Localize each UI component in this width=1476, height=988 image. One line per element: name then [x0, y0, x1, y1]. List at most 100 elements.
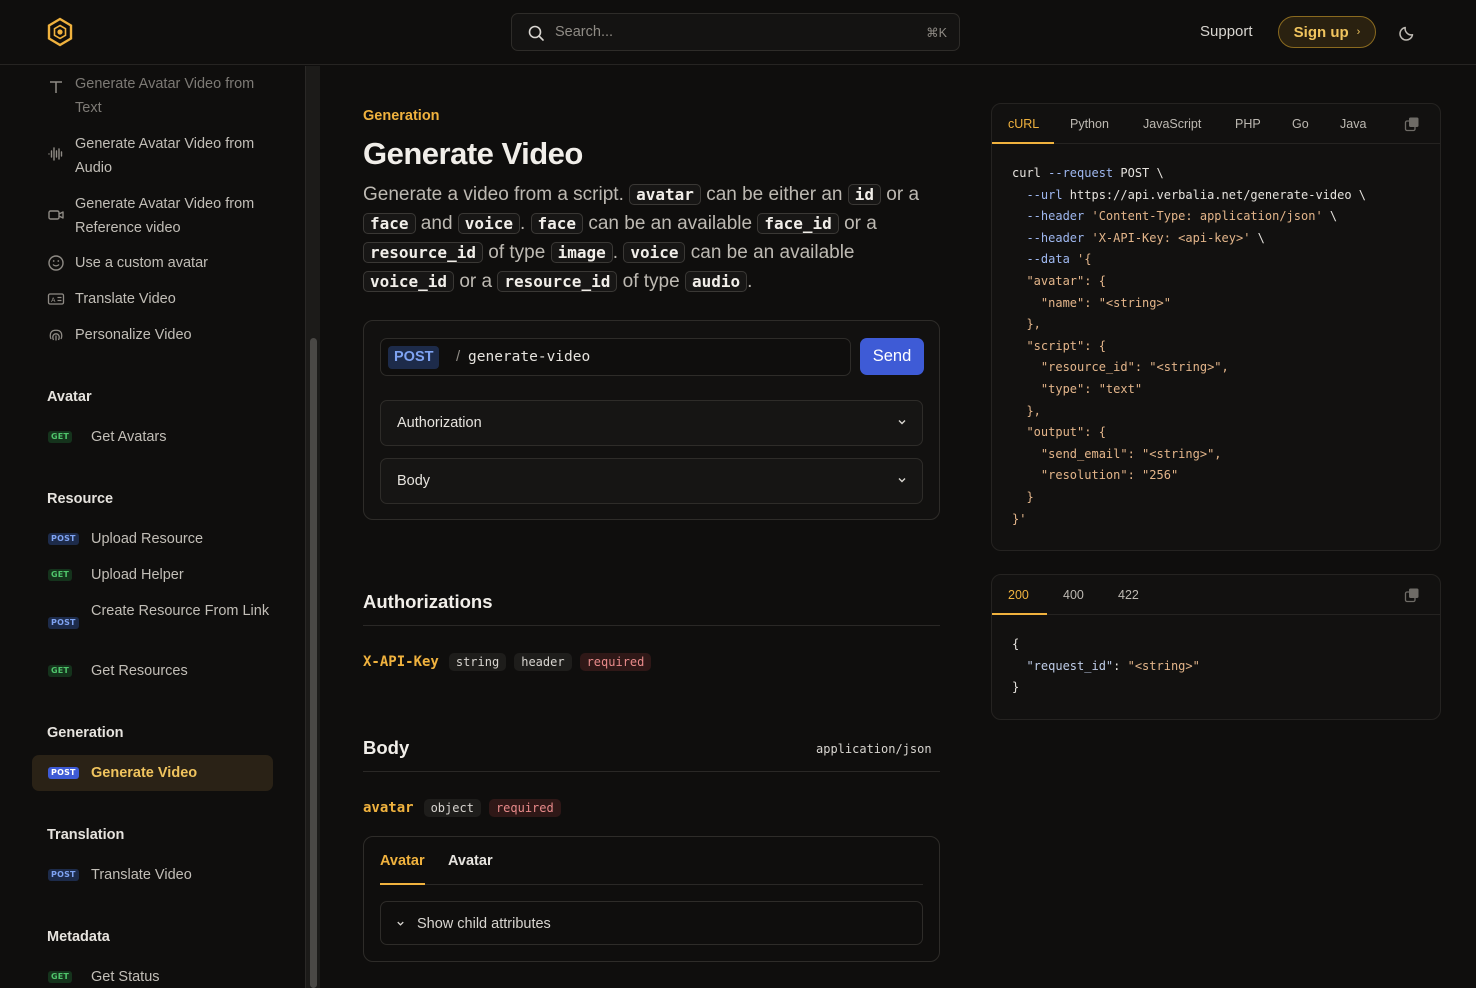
- sidebar-item-get-avatars[interactable]: GET Get Avatars: [47, 425, 277, 449]
- content-type: application/json: [816, 742, 932, 756]
- inline-code: resource_id: [363, 242, 483, 263]
- sidebar-item-label: Get Resources: [91, 663, 188, 679]
- method-badge: GET: [48, 431, 73, 443]
- param-avatar: avatar object required: [363, 797, 561, 819]
- inline-code: image: [550, 242, 613, 263]
- video-icon: [48, 210, 64, 220]
- tab-go[interactable]: Go: [1292, 117, 1309, 131]
- authorizations-heading: Authorizations: [363, 591, 493, 612]
- sidebar-scrollbar[interactable]: [305, 66, 320, 988]
- endpoint-url-bar[interactable]: POST / generate-video: [380, 338, 851, 376]
- param-type: string: [448, 653, 507, 671]
- logo-icon[interactable]: [46, 17, 74, 47]
- sidebar-item-custom-avatar[interactable]: Use a custom avatar: [47, 251, 277, 275]
- support-link[interactable]: Support: [1200, 23, 1253, 40]
- search-input[interactable]: Search... ⌘K: [511, 13, 960, 51]
- sidebar-item-audio-video[interactable]: Generate Avatar Video from Audio: [47, 132, 277, 180]
- param-type: object: [423, 799, 481, 817]
- method-badge: GET: [48, 971, 73, 983]
- endpoint-path: generate-video: [468, 349, 591, 365]
- sidebar-item-create-resource-link[interactable]: POST Create Resource From Link: [47, 599, 277, 647]
- fingerprint-icon: [49, 329, 63, 341]
- tab-python[interactable]: Python: [1070, 117, 1109, 131]
- param-location: header: [514, 653, 572, 671]
- sign-up-button[interactable]: Sign up ›: [1278, 16, 1376, 48]
- sidebar-item-reference-video[interactable]: Generate Avatar Video from Reference vid…: [47, 192, 277, 240]
- param-x-api-key: X-API-Key string header required: [363, 651, 652, 673]
- show-child-attributes-button[interactable]: Show child attributes: [380, 901, 923, 945]
- sidebar-item-translate-guide[interactable]: A Translate Video: [47, 287, 277, 311]
- param-name: X-API-Key: [363, 654, 439, 670]
- sidebar-item-get-resources[interactable]: GET Get Resources: [47, 659, 277, 683]
- authorization-accordion[interactable]: Authorization: [380, 400, 923, 446]
- request-example-panel: cURL Python JavaScript PHP Go Java curl …: [991, 103, 1441, 551]
- method-badge: POST: [48, 533, 79, 545]
- section-eyebrow: Generation: [363, 108, 440, 124]
- method-badge: POST: [48, 617, 79, 629]
- copy-icon[interactable]: [1404, 116, 1420, 132]
- sidebar-item-label: Get Status: [91, 969, 160, 985]
- chevron-down-icon: [898, 478, 906, 483]
- send-button[interactable]: Send: [860, 338, 924, 375]
- tab-java[interactable]: Java: [1340, 117, 1366, 131]
- tab-422[interactable]: 422: [1118, 588, 1139, 602]
- tab-400[interactable]: 400: [1063, 588, 1084, 602]
- active-tab-indicator: [380, 883, 425, 885]
- inline-code: face_id: [757, 213, 839, 234]
- sidebar-item-label: Upload Helper: [91, 567, 184, 583]
- smile-icon: [48, 255, 64, 271]
- method-badge: POST: [48, 869, 79, 881]
- method-badge: POST: [48, 767, 79, 779]
- sign-up-label: Sign up: [1293, 23, 1349, 41]
- main-content: Generation Generate Video Generate a vid…: [320, 66, 970, 988]
- language-tabs: cURL Python JavaScript PHP Go Java: [992, 104, 1440, 144]
- body-accordion[interactable]: Body: [380, 458, 923, 504]
- chevron-down-icon: [397, 921, 404, 926]
- param-required: required: [488, 799, 561, 817]
- status-tabs: 200 400 422: [992, 575, 1440, 615]
- scrollbar-thumb[interactable]: [310, 338, 317, 988]
- sidebar-item-label: Generate Video: [91, 765, 198, 781]
- sidebar-item-upload-helper[interactable]: GET Upload Helper: [47, 563, 277, 587]
- sidebar-item-label: Get Avatars: [91, 429, 167, 445]
- inline-code: voice: [457, 213, 520, 234]
- inline-code: voice_id: [363, 271, 455, 292]
- sidebar-item-text-video[interactable]: Generate Avatar Video from Text: [47, 72, 277, 120]
- method-badge: GET: [48, 665, 73, 677]
- top-header: Search... ⌘K Support Sign up ›: [0, 0, 1476, 65]
- accordion-label: Body: [397, 473, 431, 489]
- tab-200[interactable]: 200: [1008, 588, 1029, 602]
- api-playground: POST / generate-video Send Authorization…: [363, 320, 940, 520]
- tab-avatar-1[interactable]: Avatar: [380, 853, 425, 869]
- active-tab-indicator: [992, 142, 1054, 144]
- tab-php[interactable]: PHP: [1235, 117, 1261, 131]
- response-example-panel: 200 400 422 { "request_id": "<string>" }: [991, 574, 1441, 720]
- sidebar-item-label: Translate Video: [91, 867, 192, 883]
- tab-divider: [380, 884, 923, 885]
- tab-javascript[interactable]: JavaScript: [1143, 117, 1201, 131]
- tab-curl[interactable]: cURL: [1008, 117, 1039, 131]
- sidebar-item-personalize[interactable]: Personalize Video: [47, 323, 277, 347]
- tab-avatar-2[interactable]: Avatar: [448, 853, 493, 869]
- inline-code: resource_id: [497, 271, 618, 292]
- section-translation-title: Translation: [47, 827, 125, 843]
- copy-icon[interactable]: [1404, 587, 1420, 603]
- inline-code: audio: [684, 271, 748, 292]
- path-separator: /: [456, 348, 461, 365]
- sidebar-item-upload-resource[interactable]: POST Upload Resource: [47, 527, 277, 551]
- body-heading: Body: [363, 737, 410, 758]
- section-metadata-title: Metadata: [47, 929, 110, 945]
- sidebar-item-label: Upload Resource: [91, 531, 204, 547]
- sidebar-item-get-status[interactable]: GET Get Status: [47, 965, 277, 988]
- inline-code: avatar: [629, 184, 701, 205]
- accordion-label: Authorization: [397, 415, 482, 431]
- chevron-right-icon: ›: [1356, 26, 1361, 38]
- avatar-variants-box: Avatar Avatar Show child attributes: [363, 836, 940, 962]
- inline-code: voice: [623, 242, 686, 263]
- sidebar-item-translate-video[interactable]: POST Translate Video: [47, 863, 277, 887]
- sidebar-item-label: Use a custom avatar: [75, 255, 208, 271]
- section-generation-title: Generation: [47, 725, 124, 741]
- search-icon: [528, 25, 544, 41]
- moon-icon[interactable]: [1398, 22, 1418, 42]
- sidebar-item-generate-video[interactable]: POST Generate Video: [32, 755, 273, 791]
